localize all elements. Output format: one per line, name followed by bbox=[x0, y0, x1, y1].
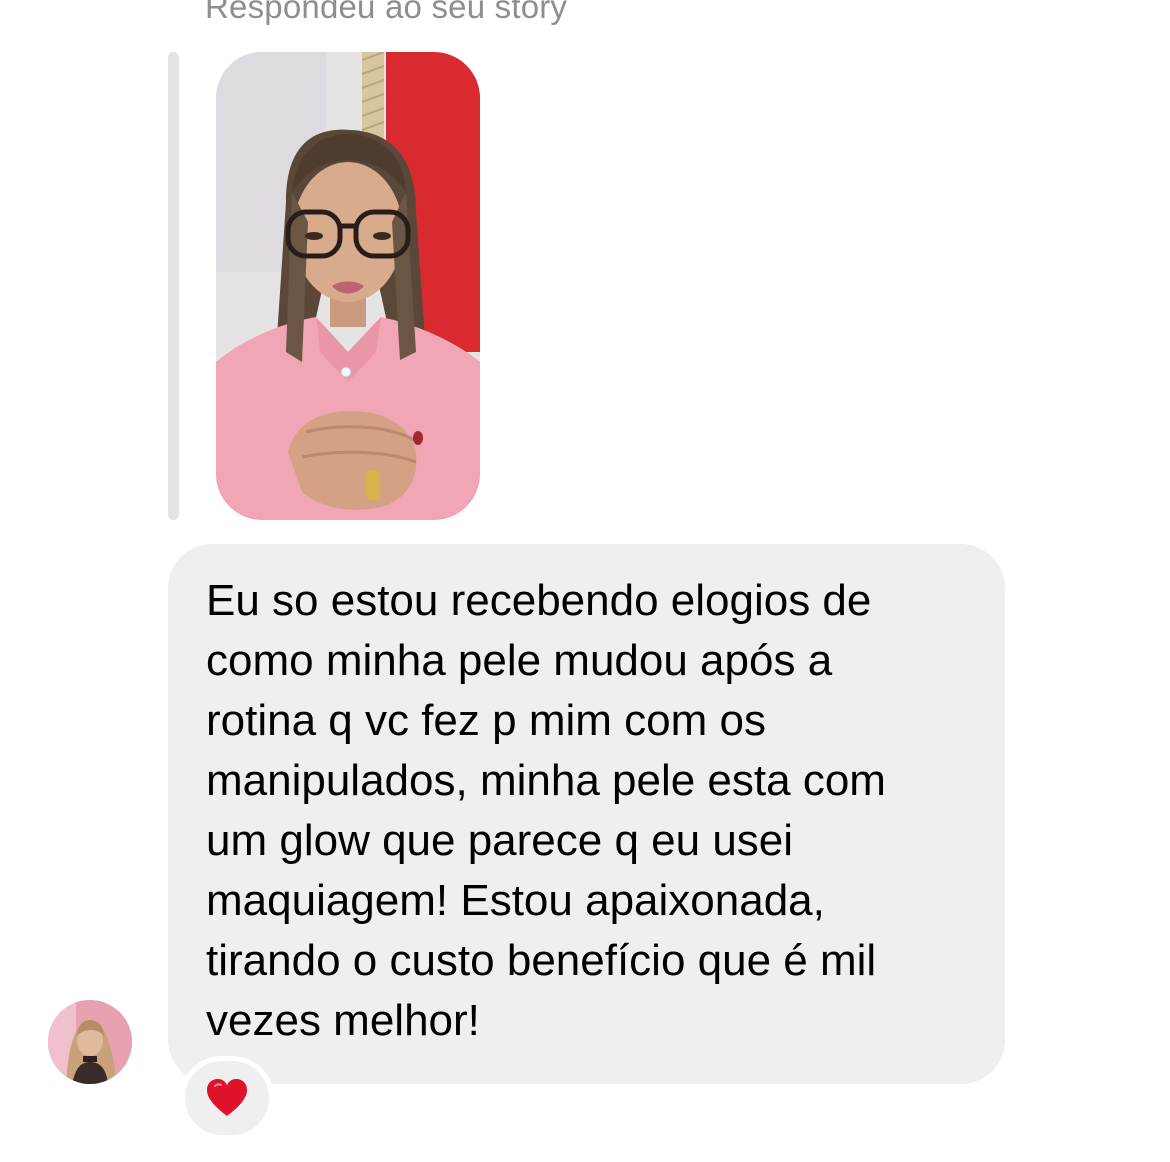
profile-avatar-image bbox=[48, 1000, 132, 1084]
reply-indicator-bar bbox=[168, 52, 179, 520]
story-reply-label: Respondeu ao seu story bbox=[205, 0, 568, 25]
story-photo-image bbox=[216, 52, 480, 520]
sender-avatar[interactable] bbox=[48, 1000, 132, 1084]
message-text: Eu so estou recebendo elogios de como mi… bbox=[206, 576, 886, 1045]
reaction-badge[interactable] bbox=[180, 1056, 274, 1140]
heart-icon bbox=[207, 1079, 247, 1116]
story-thumbnail[interactable] bbox=[216, 52, 480, 520]
message-bubble[interactable]: Eu so estou recebendo elogios de como mi… bbox=[168, 544, 1005, 1084]
